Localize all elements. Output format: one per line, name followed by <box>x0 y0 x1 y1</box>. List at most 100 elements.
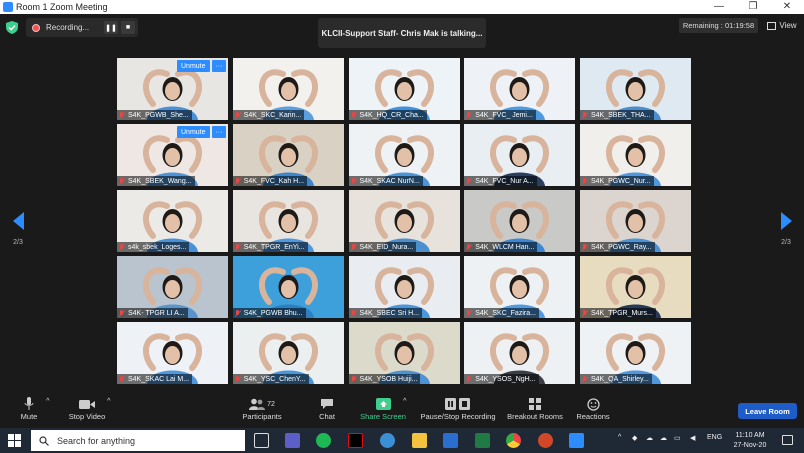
participant-video-tile[interactable]: S4K_PGWB_She... Unmute ··· <box>117 58 228 120</box>
more-options-button[interactable]: ··· <box>212 60 226 72</box>
share-options-caret-icon[interactable]: ^ <box>403 396 407 405</box>
chat-icon <box>321 399 333 409</box>
remaining-time: Remaining : 01:19:58 <box>679 18 758 33</box>
participant-video-tile[interactable]: S4K_FVC_Nur A... <box>464 124 576 186</box>
security-shield-icon[interactable] <box>6 21 18 34</box>
grid-view-icon <box>767 21 777 30</box>
chrome-icon[interactable] <box>506 433 521 448</box>
powerpoint-icon[interactable] <box>538 433 553 448</box>
edge-browser-icon[interactable] <box>380 433 395 448</box>
participant-name-bar: S4K_FVC_Kah H... <box>232 176 308 186</box>
participant-video-tile[interactable]: S4K_HQ_CR_Cha... <box>348 58 460 120</box>
participant-video-tile[interactable]: S4K_SKAC NurN... <box>348 124 460 186</box>
taskbar-search-box[interactable]: Search for anything <box>31 430 245 451</box>
participant-video-tile[interactable]: S4K_QA_Shirley... <box>580 322 691 384</box>
video-camera-icon <box>79 399 95 409</box>
participant-name-bar: S4K_PGWC_Ray... <box>580 242 655 252</box>
breakout-rooms-button[interactable]: Breakout Rooms <box>504 396 566 421</box>
onedrive-tray-icon[interactable]: ☁ <box>646 434 653 442</box>
muted-mic-icon <box>351 309 357 317</box>
view-button[interactable]: View <box>764 18 800 33</box>
participant-video-tile[interactable]: S4K- TPGR LI A... <box>117 256 228 318</box>
participant-video-tile[interactable]: S4K_PGWC_Nur... <box>580 124 691 186</box>
next-page-button[interactable]: 2/3 <box>776 212 796 246</box>
participant-name-bar: S4K_TPGR_EnYi... <box>232 242 308 252</box>
muted-mic-icon <box>119 177 125 185</box>
cloud-tray-icon[interactable]: ☁ <box>660 434 667 442</box>
participant-name: S4K_HQ_CR_Cha... <box>359 111 424 119</box>
participant-name-bar: S4K_TPGR_Murs... <box>580 308 656 318</box>
word-icon[interactable] <box>443 433 458 448</box>
arrow-right-icon <box>780 212 792 230</box>
participant-name-bar: S4K_SKAC Lai M... <box>117 374 193 384</box>
chat-button[interactable]: Chat <box>312 396 342 421</box>
participant-video-tile[interactable]: S4K_FVC_Kah H... <box>232 124 344 186</box>
file-explorer-icon[interactable] <box>412 433 427 448</box>
participant-video-tile[interactable]: S4K_SKAC Lai M... <box>117 322 228 384</box>
leave-room-button[interactable]: Leave Room <box>738 403 797 419</box>
participant-video-tile[interactable]: S4K_WLCM Han... <box>464 190 576 252</box>
participant-video-tile[interactable]: s4k_sbek_Loges... <box>117 190 228 252</box>
muted-mic-icon <box>466 309 472 317</box>
participant-video-tile[interactable]: S4K_PGWC_Ray... <box>580 190 691 252</box>
participant-video-tile[interactable]: S4K_SBEK_Wang... Unmute ··· <box>117 124 228 186</box>
participant-video-tile[interactable]: S4K_YSOB Huiji... <box>348 322 460 384</box>
participant-name: S4K_PGWB Bhu... <box>243 309 303 317</box>
notification-center-icon[interactable] <box>782 435 793 445</box>
share-screen-icon <box>375 398 391 410</box>
task-view-icon[interactable] <box>254 433 269 448</box>
participant-video-tile[interactable]: S4K_YSOS_NgH... <box>464 322 576 384</box>
participant-video-tile[interactable]: S4K_SBEK_THA... <box>580 58 691 120</box>
participant-video-tile[interactable]: S4K_FVC_ Jemi... <box>464 58 576 120</box>
audio-options-caret-icon[interactable]: ^ <box>46 396 50 405</box>
stop-recording-icon[interactable]: ■ <box>121 21 135 34</box>
teams-icon[interactable] <box>285 433 300 448</box>
participant-name: S4K_SKAC NurN... <box>359 177 420 185</box>
previous-page-button[interactable]: 2/3 <box>8 212 28 246</box>
input-language[interactable]: ENG <box>707 434 722 441</box>
participant-name: S4K- TPGR LI A... <box>128 309 185 317</box>
reactions-label: Reactions <box>576 412 610 421</box>
stop-video-button[interactable]: Stop Video <box>62 396 112 421</box>
participant-video-tile[interactable]: S4K_EID_Nura... <box>348 190 460 252</box>
dropbox-tray-icon[interactable]: ◆ <box>632 434 637 442</box>
network-tray-icon[interactable]: ▭ <box>674 434 681 442</box>
participant-video-tile[interactable]: S4K_TPGR_EnYi... <box>232 190 344 252</box>
participant-video-tile[interactable]: S4K_TPGR_Murs... <box>580 256 691 318</box>
participant-name-bar: S4K_SKC_Karin... <box>232 110 305 120</box>
more-options-button[interactable]: ··· <box>212 126 226 138</box>
pause-stop-icon <box>445 398 470 410</box>
minimize-button[interactable]: — <box>702 0 736 14</box>
chat-label: Chat <box>319 412 335 421</box>
participant-video-tile[interactable]: S4K_PGWB Bhu... <box>232 256 344 318</box>
window-title: Room 1 Zoom Meeting <box>16 2 108 12</box>
participant-video-tile[interactable]: S4K_SBEC Sri H... <box>348 256 460 318</box>
participant-video-tile[interactable]: S4K_YSC_ChenY... <box>232 322 344 384</box>
video-options-caret-icon[interactable]: ^ <box>107 396 111 405</box>
excel-icon[interactable] <box>475 433 490 448</box>
close-button[interactable]: ✕ <box>770 0 804 14</box>
participant-video-tile[interactable]: S4K_SKC_Karin... <box>232 58 344 120</box>
unmute-participant-button[interactable]: Unmute <box>177 126 210 138</box>
participants-button[interactable]: 72 Participants <box>236 396 288 421</box>
mute-button[interactable]: Mute <box>14 396 44 421</box>
pause-recording-icon[interactable]: ❚❚ <box>104 21 118 34</box>
participant-name-bar: S4K_FVC_ Jemi... <box>464 110 536 120</box>
muted-mic-icon <box>582 177 588 185</box>
unmute-participant-button[interactable]: Unmute <box>177 60 210 72</box>
share-screen-button[interactable]: Share Screen <box>358 396 408 421</box>
zoom-taskbar-icon[interactable] <box>569 433 584 448</box>
maximize-button[interactable]: ❐ <box>736 0 770 14</box>
spotify-icon[interactable] <box>316 433 331 448</box>
pause-stop-recording-button[interactable]: Pause/Stop Recording <box>416 396 500 421</box>
participant-name-bar: S4K_PGWB_She... <box>117 110 192 120</box>
participant-name-bar: S4K_SBEK_Wang... <box>117 176 195 186</box>
netflix-icon[interactable] <box>348 433 363 448</box>
taskbar-clock[interactable]: 11:10 AM 27-Nov-20 <box>730 431 770 451</box>
tray-expand-caret-icon[interactable]: ^ <box>618 434 621 441</box>
reactions-button[interactable]: Reactions <box>574 396 612 421</box>
participant-name: S4K_SBEK_Wang... <box>128 177 192 185</box>
participant-video-tile[interactable]: S4K_SKC_Fazira... <box>464 256 576 318</box>
volume-tray-icon[interactable]: ◀ <box>690 434 695 442</box>
windows-start-icon[interactable] <box>8 434 21 447</box>
